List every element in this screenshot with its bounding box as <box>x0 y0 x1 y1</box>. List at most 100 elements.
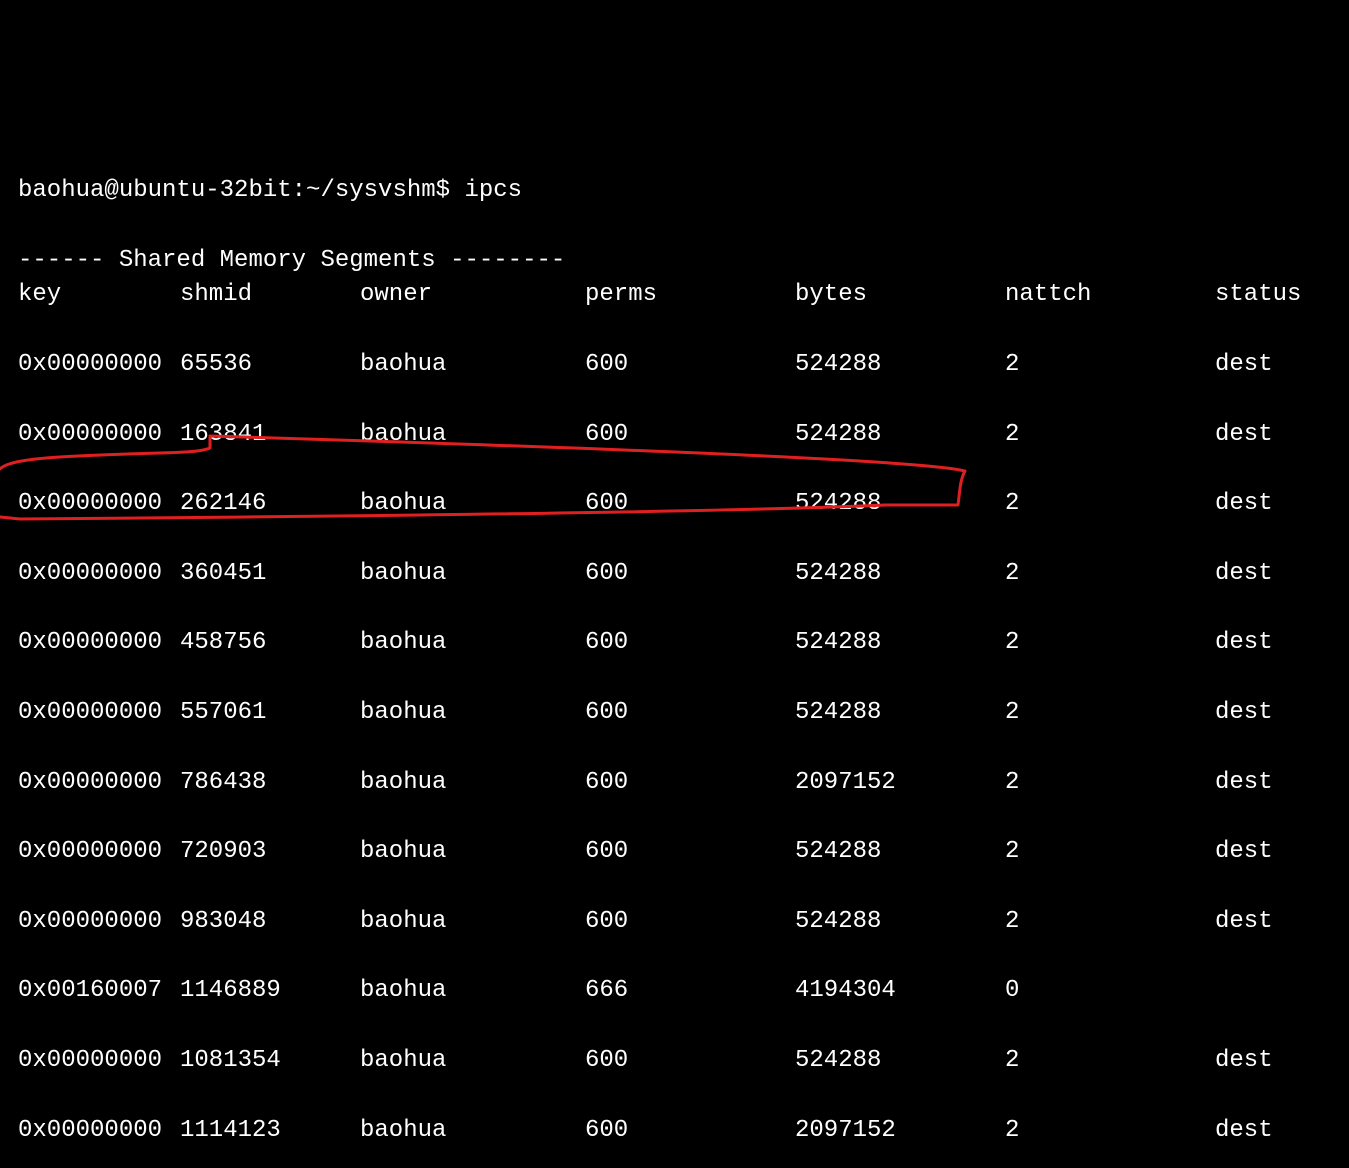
cell-bytes: 2097152 <box>795 1114 1005 1149</box>
table-row: 0x00000000262146baohua6005242882dest <box>18 487 1331 522</box>
table-row: 0x00000000720903baohua6005242882dest <box>18 835 1331 870</box>
section-header: ------ Shared Memory Segments -------- <box>18 247 565 274</box>
cell-shmid: 163841 <box>180 418 360 453</box>
cell-perms: 600 <box>585 418 795 453</box>
cell-status: dest <box>1215 905 1273 940</box>
cell-key: 0x00160007 <box>18 974 180 1009</box>
cell-owner: baohua <box>360 766 585 801</box>
cell-owner: baohua <box>360 557 585 592</box>
cell-status: dest <box>1215 348 1273 383</box>
cell-key: 0x00000000 <box>18 348 180 383</box>
cell-owner: baohua <box>360 348 585 383</box>
cell-status: dest <box>1215 418 1273 453</box>
cell-owner: baohua <box>360 487 585 522</box>
cell-key: 0x00000000 <box>18 696 180 731</box>
cell-nattch: 0 <box>1005 974 1215 1009</box>
cell-owner: baohua <box>360 974 585 1009</box>
cell-status: dest <box>1215 1044 1273 1079</box>
cell-perms: 600 <box>585 1114 795 1149</box>
cell-bytes: 524288 <box>795 487 1005 522</box>
col-header-shmid: shmid <box>180 278 360 313</box>
cell-shmid: 65536 <box>180 348 360 383</box>
table-row: 0x00000000458756baohua6005242882dest <box>18 626 1331 661</box>
col-header-key: key <box>18 278 180 313</box>
cell-perms: 600 <box>585 835 795 870</box>
col-header-status: status <box>1215 278 1301 313</box>
cell-nattch: 2 <box>1005 487 1215 522</box>
cell-perms: 600 <box>585 487 795 522</box>
cell-key: 0x00000000 <box>18 905 180 940</box>
table-row: 0x00000000786438baohua60020971522dest <box>18 766 1331 801</box>
cell-bytes: 524288 <box>795 557 1005 592</box>
cell-shmid: 557061 <box>180 696 360 731</box>
cell-nattch: 2 <box>1005 418 1215 453</box>
terminal-output: baohua@ubuntu-32bit:~/sysvshm$ ipcs ----… <box>18 139 1331 1168</box>
cell-owner: baohua <box>360 1044 585 1079</box>
cell-nattch: 2 <box>1005 626 1215 661</box>
cell-status: dest <box>1215 626 1273 661</box>
cell-nattch: 2 <box>1005 766 1215 801</box>
cell-shmid: 1146889 <box>180 974 360 1009</box>
cell-owner: baohua <box>360 696 585 731</box>
cell-nattch: 2 <box>1005 1044 1215 1079</box>
cell-nattch: 2 <box>1005 348 1215 383</box>
cell-nattch: 2 <box>1005 835 1215 870</box>
cell-shmid: 720903 <box>180 835 360 870</box>
table-row: 0x00000000983048baohua6005242882dest <box>18 905 1331 940</box>
cell-owner: baohua <box>360 626 585 661</box>
cell-perms: 666 <box>585 974 795 1009</box>
cell-owner: baohua <box>360 905 585 940</box>
cell-shmid: 360451 <box>180 557 360 592</box>
col-header-perms: perms <box>585 278 795 313</box>
cell-nattch: 2 <box>1005 696 1215 731</box>
col-header-nattch: nattch <box>1005 278 1215 313</box>
col-header-owner: owner <box>360 278 585 313</box>
cell-key: 0x00000000 <box>18 626 180 661</box>
cell-bytes: 524288 <box>795 418 1005 453</box>
cell-perms: 600 <box>585 766 795 801</box>
cell-status: dest <box>1215 557 1273 592</box>
cell-bytes: 524288 <box>795 696 1005 731</box>
cell-shmid: 1081354 <box>180 1044 360 1079</box>
cell-bytes: 2097152 <box>795 766 1005 801</box>
cell-shmid: 1114123 <box>180 1114 360 1149</box>
cell-key: 0x00000000 <box>18 557 180 592</box>
cell-status: dest <box>1215 766 1273 801</box>
cell-key: 0x00000000 <box>18 766 180 801</box>
cell-shmid: 262146 <box>180 487 360 522</box>
cell-perms: 600 <box>585 348 795 383</box>
cell-key: 0x00000000 <box>18 1044 180 1079</box>
cell-key: 0x00000000 <box>18 418 180 453</box>
table-row: 0x00000000163841baohua6005242882dest <box>18 418 1331 453</box>
cell-perms: 600 <box>585 696 795 731</box>
cell-key: 0x00000000 <box>18 1114 180 1149</box>
col-header-bytes: bytes <box>795 278 1005 313</box>
cell-nattch: 2 <box>1005 1114 1215 1149</box>
cell-shmid: 786438 <box>180 766 360 801</box>
cell-status: dest <box>1215 696 1273 731</box>
cell-status: dest <box>1215 1114 1273 1149</box>
cell-perms: 600 <box>585 626 795 661</box>
cell-key: 0x00000000 <box>18 835 180 870</box>
cell-status: dest <box>1215 487 1273 522</box>
cell-shmid: 983048 <box>180 905 360 940</box>
table-header-row: keyshmidownerpermsbytesnattchstatus <box>18 278 1331 313</box>
shell-prompt-line: baohua@ubuntu-32bit:~/sysvshm$ ipcs <box>18 177 522 204</box>
table-row-highlighted: 0x001600071146889baohua66641943040 <box>18 974 1331 1009</box>
cell-owner: baohua <box>360 1114 585 1149</box>
table-row: 0x000000001081354baohua6005242882dest <box>18 1044 1331 1079</box>
table-row: 0x000000001114123baohua60020971522dest <box>18 1114 1331 1149</box>
table-row: 0x00000000360451baohua6005242882dest <box>18 557 1331 592</box>
cell-owner: baohua <box>360 835 585 870</box>
cell-owner: baohua <box>360 418 585 453</box>
cell-shmid: 458756 <box>180 626 360 661</box>
cell-nattch: 2 <box>1005 557 1215 592</box>
table-row: 0x00000000557061baohua6005242882dest <box>18 696 1331 731</box>
cell-bytes: 524288 <box>795 1044 1005 1079</box>
cell-bytes: 524288 <box>795 835 1005 870</box>
table-row: 0x0000000065536baohua6005242882dest <box>18 348 1331 383</box>
cell-status: dest <box>1215 835 1273 870</box>
cell-perms: 600 <box>585 1044 795 1079</box>
cell-bytes: 524288 <box>795 626 1005 661</box>
cell-perms: 600 <box>585 557 795 592</box>
